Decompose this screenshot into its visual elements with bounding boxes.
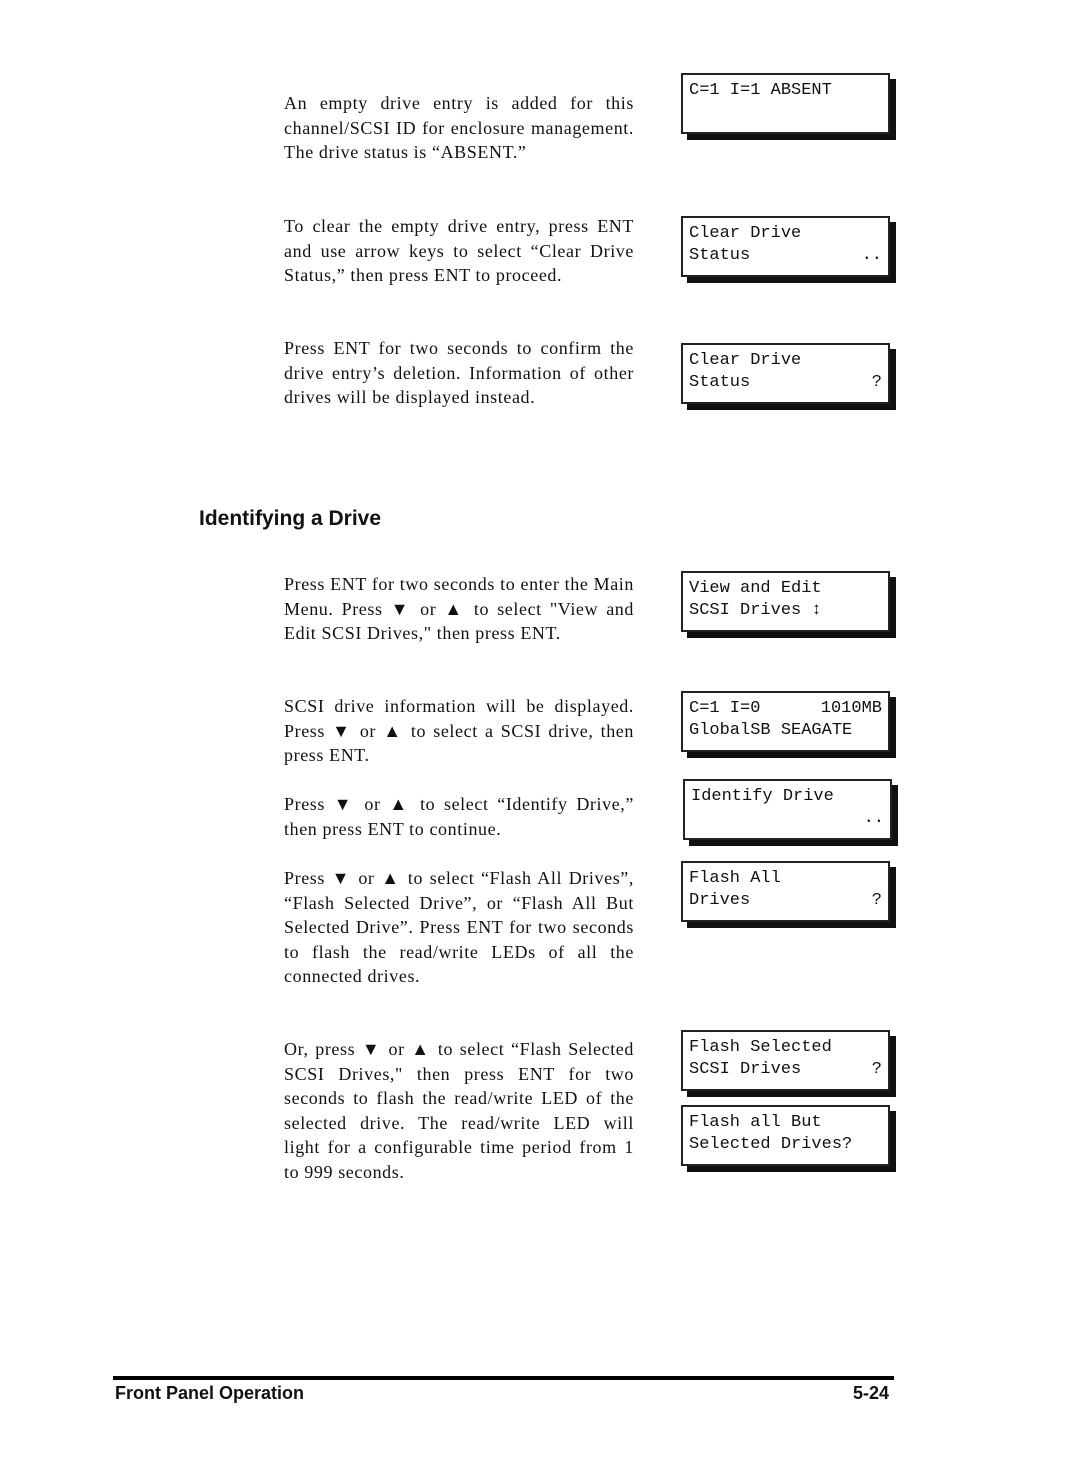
lcd-line: .. [685, 808, 890, 830]
paragraph-flash-all: Press ▼ or ▲ to select “Flash All Drives… [284, 868, 634, 986]
lcd-screen: Clear Drive Status? [681, 343, 890, 404]
lcd-text: SCSI Drives ↕ [689, 600, 822, 620]
lcd-text: SCSI Drives [689, 1059, 802, 1079]
lcd-text: Flash All [689, 869, 781, 888]
lcd-text-right: .. [863, 808, 884, 828]
paragraph-flash-selected: Or, press ▼ or ▲ to select “Flash Select… [284, 1039, 634, 1182]
lcd-screen: C=1 I=0 1010MB GlobalSB SEAGATE [681, 691, 890, 752]
paragraph-absent-entry: An empty drive entry is added for this c… [284, 93, 634, 162]
footer-page-number: 5-24 [853, 1383, 890, 1403]
lcd-text: C=1 I=1 ABSENT [689, 81, 832, 100]
lcd-screen: View and Edit SCSI Drives ↕ [681, 571, 890, 632]
lcd-screen: C=1 I=1 ABSENT [681, 73, 890, 134]
lcd-text: Status [689, 245, 751, 265]
lcd-text: C=1 I=0 [689, 699, 761, 718]
manual-page: An empty drive entry is added for this c… [0, 0, 1080, 1476]
lcd-line: Flash All [683, 868, 888, 890]
lcd-screen: Clear Drive Status.. [681, 216, 890, 277]
lcd-text: Identify Drive [691, 787, 834, 806]
lcd-line: SCSI Drives ↕ [683, 600, 888, 622]
lcd-screen: Flash Selected SCSI Drives? [681, 1030, 890, 1091]
lcd-line: View and Edit [683, 578, 888, 600]
lcd-text-right: ? [871, 372, 882, 392]
lcd-line: SCSI Drives? [683, 1059, 888, 1081]
lcd-text: Flash Selected [689, 1038, 832, 1057]
section-heading: Identifying a Drive [199, 507, 382, 530]
lcd-line: Identify Drive [685, 786, 890, 808]
lcd-text: Flash all But [689, 1113, 822, 1132]
lcd-text: Clear Drive [689, 351, 802, 370]
lcd-line: GlobalSB SEAGATE [683, 720, 888, 742]
lcd-line: Flash all But [683, 1112, 888, 1134]
lcd-screen: Flash All Drives? [681, 861, 890, 922]
lcd-text: Status [689, 372, 751, 392]
lcd-text: GlobalSB SEAGATE [689, 720, 853, 740]
lcd-text-right: 1010MB [820, 699, 882, 718]
footer-section-title: Front Panel Operation [115, 1383, 305, 1403]
lcd-screen: Identify Drive.. [683, 779, 892, 840]
lcd-text: Selected Drives? [689, 1134, 853, 1154]
lcd-line: Flash Selected [683, 1037, 888, 1059]
paragraph-main-menu: Press ENT for two seconds to enter the M… [284, 574, 634, 643]
lcd-line: Drives? [683, 890, 888, 912]
paragraph-confirm-delete: Press ENT for two seconds to confirm the… [284, 338, 634, 407]
lcd-line: Clear Drive [683, 350, 888, 372]
lcd-text-right: ? [871, 890, 882, 910]
lcd-text-right: .. [861, 245, 882, 265]
lcd-line: Selected Drives? [683, 1134, 888, 1156]
lcd-line: C=1 I=0 1010MB [683, 698, 888, 720]
paragraph-identify-drive: Press ▼ or ▲ to select “Identify Drive,”… [284, 794, 634, 839]
lcd-text: Drives [689, 890, 751, 910]
paragraph-select-drive: SCSI drive information will be displayed… [284, 696, 634, 765]
lcd-line: Status.. [683, 245, 888, 267]
lcd-line: Clear Drive [683, 223, 888, 245]
lcd-text: View and Edit [689, 579, 822, 598]
lcd-screen: Flash all But Selected Drives? [681, 1105, 890, 1166]
footer-rule [113, 1376, 894, 1380]
lcd-text-right: ? [871, 1059, 882, 1079]
paragraph-clear-entry: To clear the empty drive entry, press EN… [284, 216, 634, 285]
lcd-text: Clear Drive [689, 224, 802, 243]
lcd-line: C=1 I=1 ABSENT [683, 80, 888, 102]
lcd-line: Status? [683, 372, 888, 394]
